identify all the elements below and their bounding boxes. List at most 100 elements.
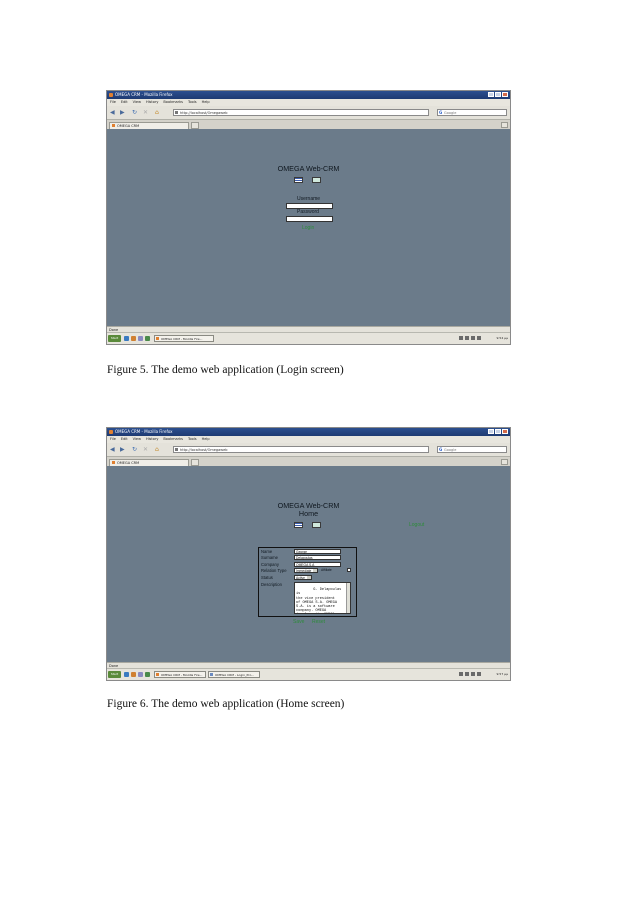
tab-label: OMEGA CRM bbox=[117, 461, 140, 465]
close-button[interactable] bbox=[502, 92, 508, 97]
media-icon[interactable] bbox=[145, 336, 150, 341]
menu-edit[interactable]: Edit bbox=[121, 436, 128, 443]
greek-flag-icon[interactable] bbox=[294, 177, 303, 183]
stop-icon[interactable]: ✕ bbox=[143, 446, 148, 453]
description-scrollbar[interactable] bbox=[346, 583, 350, 613]
password-label: Password bbox=[297, 209, 319, 215]
description-textarea[interactable]: G. Delapoulas is the vice president of O… bbox=[294, 582, 351, 614]
taskbar-item-firefox[interactable]: OMEGA CRM - Mozilla Fire... bbox=[154, 335, 214, 342]
tab-omega-crm[interactable]: OMEGA CRM bbox=[109, 122, 189, 129]
home-icon[interactable]: ⌂ bbox=[155, 109, 159, 116]
name-input[interactable]: George bbox=[294, 549, 341, 554]
taskbar-window-icon bbox=[210, 673, 213, 676]
menu-view[interactable]: View bbox=[133, 99, 141, 106]
desktop-icon[interactable] bbox=[138, 672, 143, 677]
home-icon[interactable]: ⌂ bbox=[155, 446, 159, 453]
login-link[interactable]: Login bbox=[302, 225, 314, 231]
menu-help[interactable]: Help bbox=[202, 436, 210, 443]
menu-help[interactable]: Help bbox=[202, 99, 210, 106]
clock: 9:54 μμ bbox=[496, 336, 508, 340]
new-tab-button[interactable] bbox=[191, 122, 199, 129]
maximize-button[interactable] bbox=[495, 92, 501, 97]
address-bar[interactable]: http://localhost/Omegaweb bbox=[173, 446, 429, 453]
ie-icon[interactable] bbox=[124, 336, 129, 341]
company-input[interactable]: OMEGA S.A bbox=[294, 562, 341, 567]
tray-language-icon[interactable] bbox=[471, 336, 475, 340]
taskbar-item-label: OMEGA CRM - Mozilla Fire... bbox=[161, 337, 203, 341]
password-input[interactable] bbox=[286, 216, 333, 222]
tray-volume-icon[interactable] bbox=[465, 336, 469, 340]
reload-icon[interactable]: ↻ bbox=[132, 446, 137, 453]
tray-security-icon[interactable] bbox=[477, 672, 481, 676]
tab-list-button[interactable] bbox=[501, 122, 508, 128]
tray-network-icon[interactable] bbox=[459, 336, 463, 340]
address-text: http://localhost/Omegaweb bbox=[180, 448, 228, 452]
media-icon[interactable] bbox=[145, 672, 150, 677]
forward-icon[interactable]: ▶ bbox=[120, 446, 125, 453]
menu-file[interactable]: File bbox=[110, 436, 116, 443]
greek-flag-icon[interactable] bbox=[294, 522, 303, 528]
logout-link[interactable]: Logout bbox=[409, 522, 424, 528]
taskbar-item-firefox[interactable]: OMEGA CRM - Mozilla Fire... bbox=[154, 671, 206, 678]
window-controls bbox=[488, 429, 508, 434]
maximize-button[interactable] bbox=[495, 429, 501, 434]
ie-icon[interactable] bbox=[124, 672, 129, 677]
firefox-quicklaunch-icon[interactable] bbox=[131, 672, 136, 677]
english-flag-icon[interactable] bbox=[312, 522, 321, 528]
figure-5-caption: Figure 5. The demo web application (Logi… bbox=[107, 364, 344, 376]
firefox-quicklaunch-icon[interactable] bbox=[131, 336, 136, 341]
start-button[interactable]: Start bbox=[108, 335, 121, 342]
tab-omega-crm[interactable]: OMEGA CRM bbox=[109, 459, 189, 466]
menu-history[interactable]: History bbox=[146, 99, 158, 106]
description-label: Description bbox=[261, 582, 282, 587]
firefox-icon bbox=[109, 430, 113, 434]
tray-language-icon[interactable] bbox=[471, 672, 475, 676]
relation-type-label: Relation Type bbox=[261, 568, 287, 573]
login-page: OMEGA Web-CRM Username Password Login bbox=[107, 129, 510, 326]
contact-form: Name George Surname Delapoulas Company O… bbox=[258, 547, 357, 617]
back-icon[interactable]: ◀ bbox=[110, 446, 115, 453]
tray-network-icon[interactable] bbox=[459, 672, 463, 676]
new-tab-button[interactable] bbox=[191, 459, 199, 466]
menu-bookmarks[interactable]: Bookmarks bbox=[163, 99, 183, 106]
menu-file[interactable]: File bbox=[110, 99, 116, 106]
windows-taskbar: Start OMEGA CRM - Mozilla Fire... OMEGA … bbox=[107, 668, 510, 680]
menu-tools[interactable]: Tools bbox=[188, 436, 197, 443]
menu-view[interactable]: View bbox=[133, 436, 141, 443]
search-input[interactable]: G Google bbox=[437, 446, 507, 453]
relation-option-affiliate: Affiliate bbox=[321, 568, 332, 572]
reset-link[interactable]: Reset bbox=[312, 619, 325, 625]
status-select[interactable]: Active bbox=[294, 575, 312, 580]
window-titlebar: OMEGA CRM - Mozilla Firefox bbox=[107, 91, 510, 99]
save-link[interactable]: Save bbox=[293, 619, 304, 625]
menu-history[interactable]: History bbox=[146, 436, 158, 443]
menu-bookmarks[interactable]: Bookmarks bbox=[163, 436, 183, 443]
close-button[interactable] bbox=[502, 429, 508, 434]
taskbar-firefox-icon bbox=[156, 673, 159, 676]
relation-type-select[interactable]: Immediate bbox=[294, 568, 318, 573]
menu-edit[interactable]: Edit bbox=[121, 99, 128, 106]
affiliate-checkbox[interactable] bbox=[347, 568, 351, 572]
minimize-button[interactable] bbox=[488, 92, 494, 97]
address-bar[interactable]: http://localhost/Omegaweb bbox=[173, 109, 429, 116]
english-flag-icon[interactable] bbox=[312, 177, 321, 183]
taskbar-item-login-pro[interactable]: OMEGA CRM - Login_Pro... bbox=[208, 671, 260, 678]
tray-volume-icon[interactable] bbox=[465, 672, 469, 676]
status-label: Status bbox=[261, 575, 273, 580]
stop-icon[interactable]: ✕ bbox=[143, 109, 148, 116]
navigation-toolbar: ◀ ▶ ↻ ✕ ⌂ http://localhost/Omegaweb G Go… bbox=[107, 106, 510, 120]
minimize-button[interactable] bbox=[488, 429, 494, 434]
search-input[interactable]: G Google bbox=[437, 109, 507, 116]
back-icon[interactable]: ◀ bbox=[110, 109, 115, 116]
forward-icon[interactable]: ▶ bbox=[120, 109, 125, 116]
menu-tools[interactable]: Tools bbox=[188, 99, 197, 106]
desktop-icon[interactable] bbox=[138, 336, 143, 341]
site-favicon-icon bbox=[175, 111, 178, 114]
tab-list-button[interactable] bbox=[501, 459, 508, 465]
tray-security-icon[interactable] bbox=[477, 336, 481, 340]
surname-input[interactable]: Delapoulas bbox=[294, 555, 341, 560]
reload-icon[interactable]: ↻ bbox=[132, 109, 137, 116]
google-icon: G bbox=[439, 110, 443, 115]
clock: 9:57 μμ bbox=[496, 672, 508, 676]
start-button[interactable]: Start bbox=[108, 671, 121, 678]
